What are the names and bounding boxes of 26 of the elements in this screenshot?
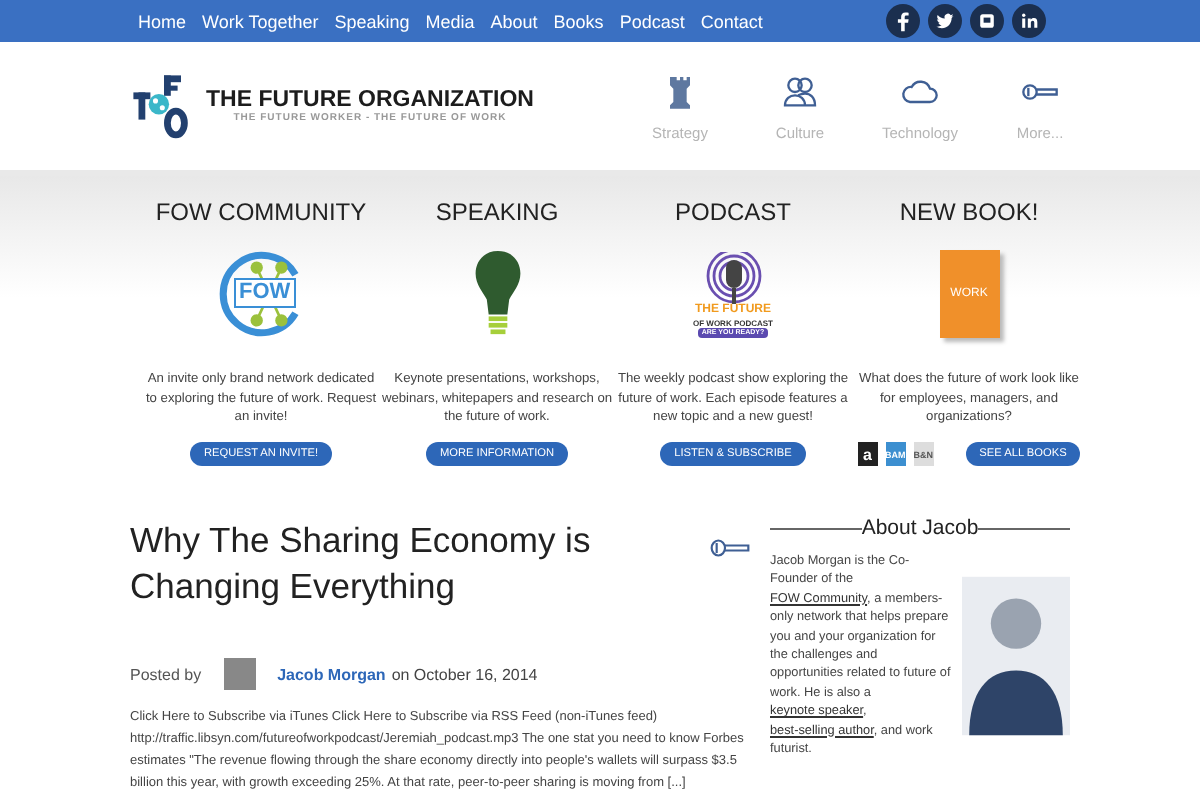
nav-link[interactable]: Contact	[692, 11, 771, 31]
posted-by-label: Posted by	[130, 665, 202, 683]
article-title[interactable]: Why The Sharing Economy is Changing Everything	[130, 518, 660, 610]
feature-heading: NEW BOOK!	[899, 198, 1039, 226]
nav-link[interactable]: About	[482, 11, 546, 31]
store-logo[interactable]: a	[857, 442, 878, 466]
site-title[interactable]: THE FUTURE ORGANIZATION	[206, 88, 534, 112]
author-link[interactable]: Jacob Morgan	[277, 665, 386, 683]
nav-link[interactable]: Work Together	[194, 11, 327, 31]
sidebar-heading: About Jacob	[861, 516, 979, 540]
linkedin-icon[interactable]	[1012, 4, 1046, 38]
twitter-icon[interactable]	[928, 4, 962, 38]
post-date: on October 16, 2014	[391, 665, 538, 683]
nav-link[interactable]: Media	[417, 11, 483, 31]
nav-link[interactable]: Podcast	[611, 11, 693, 31]
key-icon	[710, 538, 750, 558]
photo-share-icon[interactable]	[970, 4, 1004, 38]
feature-heading: PODCAST	[674, 198, 791, 226]
author-avatar	[223, 658, 256, 690]
facebook-icon[interactable]	[886, 4, 920, 38]
nav-link[interactable]: Speaking	[326, 11, 418, 31]
community-logo: FOW	[217, 250, 305, 338]
nav-link[interactable]: Home	[130, 11, 195, 31]
feature-heading: FOW COMMUNITY	[155, 198, 367, 226]
feature-heading: SPEAKING	[435, 198, 559, 226]
nav-link[interactable]: Books	[545, 11, 612, 31]
